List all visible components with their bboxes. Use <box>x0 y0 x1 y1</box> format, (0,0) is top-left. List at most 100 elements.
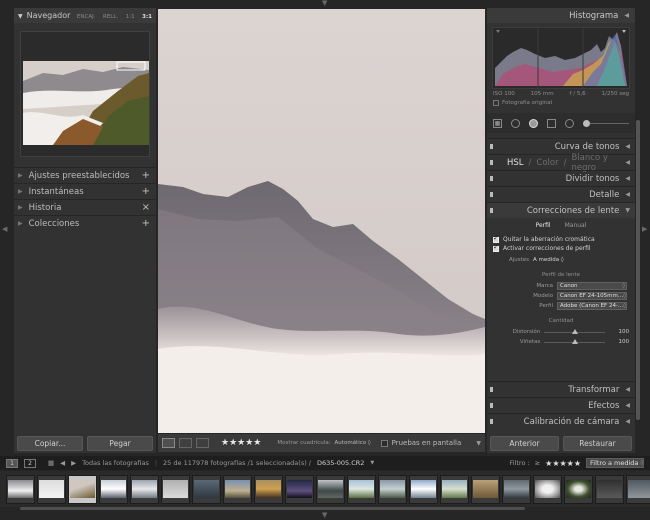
profile-select[interactable]: Adobe (Canon EF 24-... ◊ <box>557 302 627 310</box>
soft-proof-checkbox[interactable] <box>380 439 388 447</box>
second-monitor-button[interactable]: 2 <box>24 458 36 468</box>
filmstrip-thumbnail[interactable] <box>37 474 66 504</box>
tab-color[interactable]: Color <box>536 158 558 168</box>
setup-select[interactable]: A medida ◊ <box>533 257 564 263</box>
filmstrip-thumbnail[interactable] <box>316 474 345 504</box>
panel-switch-icon[interactable] <box>490 403 493 408</box>
histogram-graph[interactable] <box>492 27 630 89</box>
main-monitor-button[interactable]: 1 <box>6 458 18 468</box>
panel-switch-icon[interactable] <box>490 192 493 197</box>
slider-knob-icon[interactable] <box>571 338 578 344</box>
filmstrip-thumbnail[interactable] <box>130 474 159 504</box>
adjustment-brush-slider[interactable] <box>583 119 629 127</box>
red-eye-tool-icon[interactable] <box>529 118 538 128</box>
filmstrip-thumbnail[interactable] <box>192 474 221 504</box>
top-panel-toggle-icon[interactable]: ▼ <box>322 0 327 7</box>
panel-switch-icon[interactable] <box>490 208 493 213</box>
filmstrip-thumbnail[interactable] <box>409 474 438 504</box>
filmstrip-source[interactable]: Todas las fotografías <box>82 459 149 467</box>
clear-history-icon[interactable]: × <box>142 202 150 213</box>
panel-switch-icon[interactable] <box>490 160 493 165</box>
filmstrip-thumbnail[interactable] <box>347 474 376 504</box>
panel-switch-icon[interactable] <box>490 387 493 392</box>
lens-corrections-section[interactable]: Correcciones de lente ▼ <box>487 202 635 218</box>
previous-button[interactable]: Anterior <box>490 436 559 451</box>
left-panel-toggle-icon[interactable]: ◀ <box>2 226 7 233</box>
filmstrip-thumbnail[interactable] <box>161 474 190 504</box>
add-snapshot-icon[interactable]: + <box>142 186 150 197</box>
enable-profile-checkbox[interactable] <box>493 243 499 252</box>
filmstrip-thumbnail[interactable] <box>440 474 469 504</box>
make-select[interactable]: Canon ◊ <box>557 282 627 290</box>
filter-operator[interactable]: ≥ <box>535 459 540 467</box>
main-photo-view[interactable] <box>158 9 485 433</box>
transform-section[interactable]: Transformar ◀ <box>487 381 635 397</box>
toolbar-menu-icon[interactable]: ▼ <box>476 440 481 447</box>
graduated-filter-tool-icon[interactable] <box>547 118 556 128</box>
spot-removal-tool-icon[interactable] <box>511 118 520 128</box>
filmstrip-thumbnail[interactable] <box>502 474 531 504</box>
grid-view-icon[interactable]: ▦ <box>48 459 54 467</box>
vignetting-slider[interactable] <box>544 338 606 344</box>
zoom-1to1-option[interactable]: 1:1 <box>126 14 135 20</box>
brush-knob-icon[interactable] <box>583 119 590 127</box>
hsl-section[interactable]: HSL / Color / Blanco y negro ◀ <box>487 153 635 173</box>
forward-arrow-icon[interactable]: ▶ <box>71 459 76 467</box>
zoom-3to1-option[interactable]: 3:1 <box>142 14 152 20</box>
reset-button[interactable]: Restaurar <box>563 436 632 451</box>
filename-dropdown-icon[interactable]: ▼ <box>370 460 374 466</box>
filmstrip-thumbnail[interactable] <box>595 474 624 504</box>
back-arrow-icon[interactable]: ◀ <box>60 459 65 467</box>
slider-knob-icon[interactable] <box>571 328 578 334</box>
vignetting-value[interactable]: 100 <box>605 339 630 345</box>
distortion-value[interactable]: 100 <box>605 329 630 335</box>
bottom-panel-toggle-icon[interactable]: ▼ <box>322 512 327 519</box>
camera-calibration-section[interactable]: Calibración de cámara ◀ <box>487 413 635 429</box>
panel-switch-icon[interactable] <box>490 419 493 424</box>
history-section[interactable]: ▶ Historia × <box>14 199 156 215</box>
grid-overlay-select[interactable]: Automático ◊ <box>335 440 371 446</box>
navigator-preview[interactable] <box>20 31 150 157</box>
loupe-view-icon[interactable] <box>162 438 175 448</box>
histogram-header[interactable]: Histograma ◀ <box>487 8 635 23</box>
enable-profile-row[interactable]: Activar correcciones de perfil <box>493 243 629 253</box>
split-toning-section[interactable]: Dividir tonos ◀ <box>487 170 635 186</box>
original-photo-checkbox[interactable] <box>493 100 499 106</box>
rating-stars[interactable]: ★★★★★ <box>221 438 261 448</box>
paste-button[interactable]: Pegar <box>87 436 153 451</box>
filmstrip-thumbnail-selected[interactable] <box>68 474 97 504</box>
distortion-slider[interactable] <box>544 328 606 334</box>
right-panel-scrollbar[interactable] <box>636 120 640 420</box>
filter-select[interactable]: Filtro a medida ◊ <box>586 458 644 468</box>
filmstrip-thumbnail[interactable] <box>564 474 593 504</box>
add-collection-icon[interactable]: + <box>142 218 150 229</box>
detail-section[interactable]: Detalle ◀ <box>487 186 635 202</box>
filmstrip-thumbnail[interactable] <box>254 474 283 504</box>
tab-manual[interactable]: Manual <box>565 222 587 229</box>
snapshots-section[interactable]: ▶ Instantáneas + <box>14 183 156 199</box>
copy-button[interactable]: Copiar... <box>17 436 83 451</box>
before-after-split-icon[interactable] <box>196 438 209 448</box>
filmstrip-thumbnail[interactable] <box>626 474 650 504</box>
filmstrip-scrollbar[interactable] <box>20 507 525 510</box>
presets-section[interactable]: ▶ Ajustes preestablecidos + <box>14 167 156 183</box>
filmstrip-thumbnail[interactable] <box>471 474 500 504</box>
radial-filter-tool-icon[interactable] <box>565 118 574 128</box>
filmstrip-thumbnail[interactable] <box>533 474 562 504</box>
filmstrip-thumbnail[interactable] <box>6 474 35 504</box>
right-panel-toggle-icon[interactable]: ▶ <box>642 226 647 233</box>
collections-section[interactable]: ▶ Colecciones + <box>14 215 156 231</box>
filmstrip-thumbnail[interactable] <box>223 474 252 504</box>
crop-tool-icon[interactable]: ▦ <box>493 118 502 128</box>
panel-switch-icon[interactable] <box>490 176 493 181</box>
remove-ca-row[interactable]: Quitar la aberración cromática <box>493 234 629 244</box>
zoom-fit-option[interactable]: ENCAJ. <box>77 14 96 20</box>
filmstrip-thumbnail[interactable] <box>285 474 314 504</box>
filmstrip-thumbnail[interactable] <box>378 474 407 504</box>
tab-profile[interactable]: Perfil <box>536 222 551 229</box>
filter-stars[interactable]: ★★★★★ <box>545 459 581 468</box>
tab-hsl[interactable]: HSL <box>507 158 524 168</box>
filmstrip-thumbnail[interactable] <box>99 474 128 504</box>
before-after-icon[interactable] <box>179 438 192 448</box>
navigator-header[interactable]: ▼ Navegador ENCAJ. RELL. 1:1 3:1 <box>14 8 156 23</box>
